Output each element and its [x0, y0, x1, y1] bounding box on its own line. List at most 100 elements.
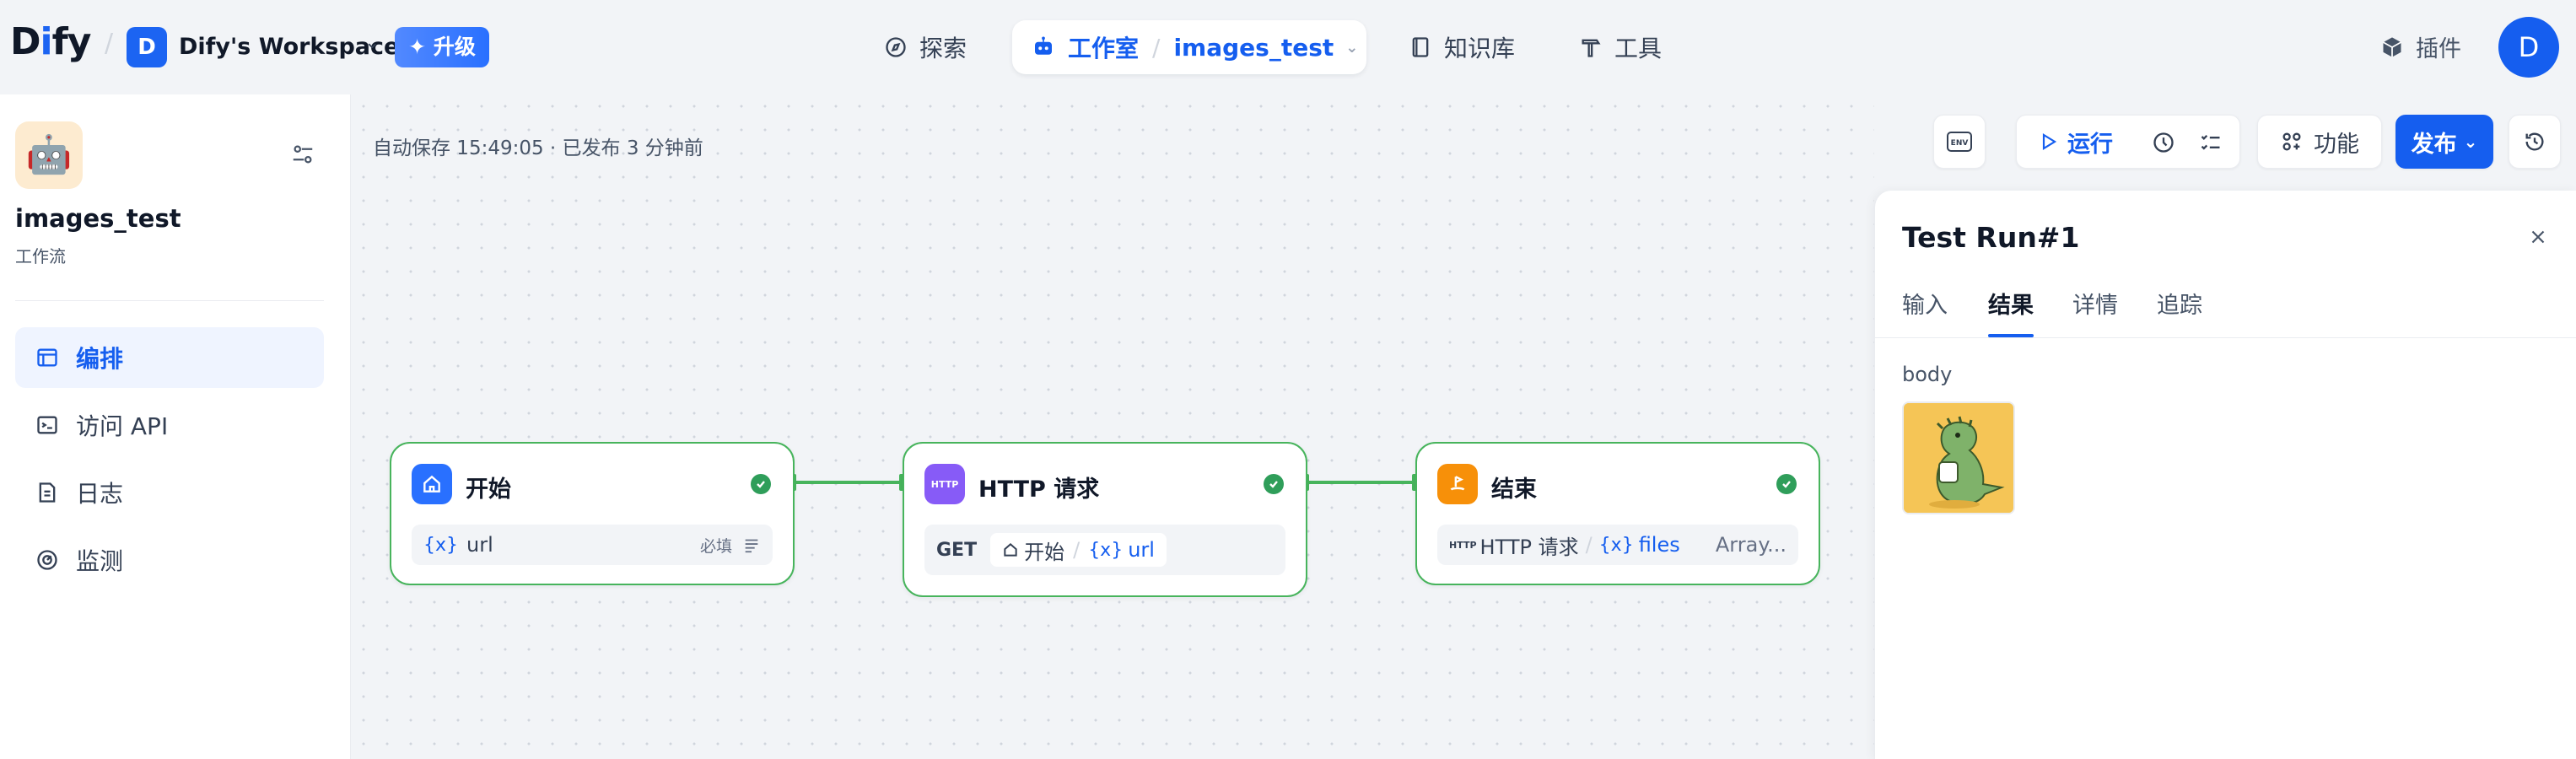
app-name: images_test [15, 204, 181, 233]
home-icon [412, 464, 452, 504]
node-title: 结束 [1491, 476, 1537, 503]
run-toolbar-group: 运行 [2016, 115, 2240, 169]
node-title: 开始 [466, 476, 511, 503]
sidebar-item-orchestrate[interactable]: 编排 [15, 327, 324, 388]
nav-knowledge-label: 知识库 [1444, 35, 1516, 62]
required-tag: 必填 [699, 536, 732, 556]
text-lines-icon [745, 539, 758, 553]
terminal-icon [37, 416, 57, 434]
hammer-icon [1582, 39, 1601, 57]
app-type: 工作流 [15, 246, 66, 266]
nav-explore[interactable]: 探索 [884, 20, 967, 74]
sidebar-item-label: 日志 [76, 480, 124, 508]
robot-icon [1035, 36, 1052, 55]
tab-input[interactable]: 输入 [1902, 287, 1948, 320]
run-label: 运行 [2067, 131, 2113, 158]
gauge-icon [37, 550, 57, 570]
start-variable-row: {x} url 必填 [412, 525, 773, 565]
dinosaur-illustration [1904, 403, 2013, 513]
reference-variable: url [1128, 538, 1155, 562]
variable-name: url [466, 533, 493, 557]
sidebar-item-label: 编排 [76, 345, 124, 373]
http-icon: HTTP [924, 464, 965, 504]
user-avatar[interactable]: D [2498, 17, 2559, 78]
tab-detail[interactable]: 详情 [2072, 287, 2118, 320]
end-node[interactable]: 结束 HTTP HTTP 请求 / {x} files Array... [1415, 442, 1820, 585]
workflow-edge [795, 481, 901, 484]
reference-separator: / [1585, 533, 1592, 557]
features-label: 功能 [2314, 131, 2359, 158]
close-icon[interactable] [2527, 226, 2549, 251]
cube-icon [2383, 36, 2401, 57]
divider [15, 300, 324, 301]
success-check-icon [1264, 474, 1284, 494]
nav-knowledge[interactable]: 知识库 [1409, 20, 1515, 74]
start-node[interactable]: 开始 {x} url 必填 [390, 442, 795, 585]
nav-studio-label: 工作室 [1068, 35, 1140, 62]
tab-tracing[interactable]: 追踪 [2157, 287, 2202, 320]
workspace-avatar[interactable]: D [127, 27, 167, 67]
http-request-row: GET 开始 / {x} url [924, 525, 1285, 575]
success-check-icon [1776, 474, 1797, 494]
sliders-icon[interactable] [290, 142, 315, 170]
node-title: HTTP 请求 [978, 476, 1100, 503]
upgrade-button[interactable]: ✦ 升级 [395, 27, 489, 67]
home-icon [1004, 543, 1017, 557]
features-button[interactable]: 功能 [2257, 115, 2382, 169]
flag-icon [1437, 464, 1478, 504]
end-output-row: HTTP HTTP 请求 / {x} files Array... [1437, 525, 1798, 565]
reference-node: HTTP 请求 [1479, 535, 1579, 559]
nav-explore-label: 探索 [919, 35, 967, 62]
reference-variable: files [1638, 533, 1680, 557]
http-request-node[interactable]: HTTP HTTP 请求 GET 开始 / {x} url [903, 442, 1307, 597]
variable-reference: 开始 / {x} url [990, 533, 1167, 567]
top-navigation-bar: Dify / D Dify's Workspace ⌄ ✦ 升级 探索 工作室 … [0, 0, 2576, 94]
sidebar-item-api[interactable]: 访问 API [15, 395, 324, 455]
sidebar-item-monitor[interactable]: 监测 [15, 530, 324, 590]
checklist-icon[interactable] [2199, 131, 2223, 160]
plugins-button[interactable]: 插件 [2380, 30, 2461, 63]
run-button[interactable]: 运行 [2039, 126, 2113, 159]
current-app-name[interactable]: images_test [1173, 34, 1334, 62]
tab-result[interactable]: 结果 [1988, 287, 2034, 320]
nav-tools[interactable]: 工具 [1579, 20, 1662, 74]
svg-text:ENV: ENV [1951, 139, 1969, 148]
chevron-down-icon: ⌄ [2463, 132, 2478, 152]
nav-tools-label: 工具 [1614, 35, 1663, 62]
breadcrumb-separator: / [105, 29, 114, 58]
divider [1875, 337, 2576, 338]
compass-icon [886, 37, 906, 57]
variable-icon: {x} [1088, 539, 1124, 561]
sidebar-item-label: 监测 [76, 547, 124, 575]
run-history-icon[interactable] [2152, 131, 2175, 160]
dify-logo[interactable]: Dify [10, 20, 91, 63]
http-icon: HTTP [1449, 539, 1477, 551]
variable-icon: {x} [1598, 534, 1634, 556]
chevron-down-icon[interactable]: ⌄ [364, 32, 380, 53]
env-button[interactable]: ENV [1933, 115, 1986, 169]
version-history-button[interactable] [2509, 115, 2561, 169]
history-icon [2525, 132, 2544, 151]
publish-label: 发布 [2411, 131, 2457, 158]
success-check-icon [751, 474, 771, 494]
sidebar-item-logs[interactable]: 日志 [15, 462, 324, 523]
reference-node: 开始 [1024, 540, 1065, 564]
nav-studio[interactable]: 工作室 / images_test ⌄ [1012, 20, 1366, 74]
workflow-canvas[interactable] [352, 94, 1874, 759]
grid-icon [2282, 132, 2301, 151]
publish-button[interactable]: 发布 ⌄ [2395, 115, 2493, 169]
reference-separator: / [1073, 538, 1081, 562]
plugins-label: 插件 [2416, 36, 2461, 62]
variable-icon: {x} [423, 534, 459, 556]
autosave-status: 自动保存 15:49:05 · 已发布 3 分钟前 [373, 137, 703, 159]
layout-icon [37, 348, 57, 367]
test-run-panel: Test Run#1 输入 结果 详情 追踪 body [1874, 191, 2576, 759]
variable-type: Array... [1715, 533, 1786, 557]
chevron-down-icon[interactable]: ⌄ [1345, 39, 1358, 57]
app-icon: 🤖 [15, 121, 83, 189]
result-image[interactable] [1902, 401, 2015, 514]
breadcrumb-separator: / [1152, 33, 1161, 62]
book-icon [1412, 37, 1429, 57]
file-list-icon [39, 482, 56, 503]
play-icon [2042, 133, 2057, 150]
